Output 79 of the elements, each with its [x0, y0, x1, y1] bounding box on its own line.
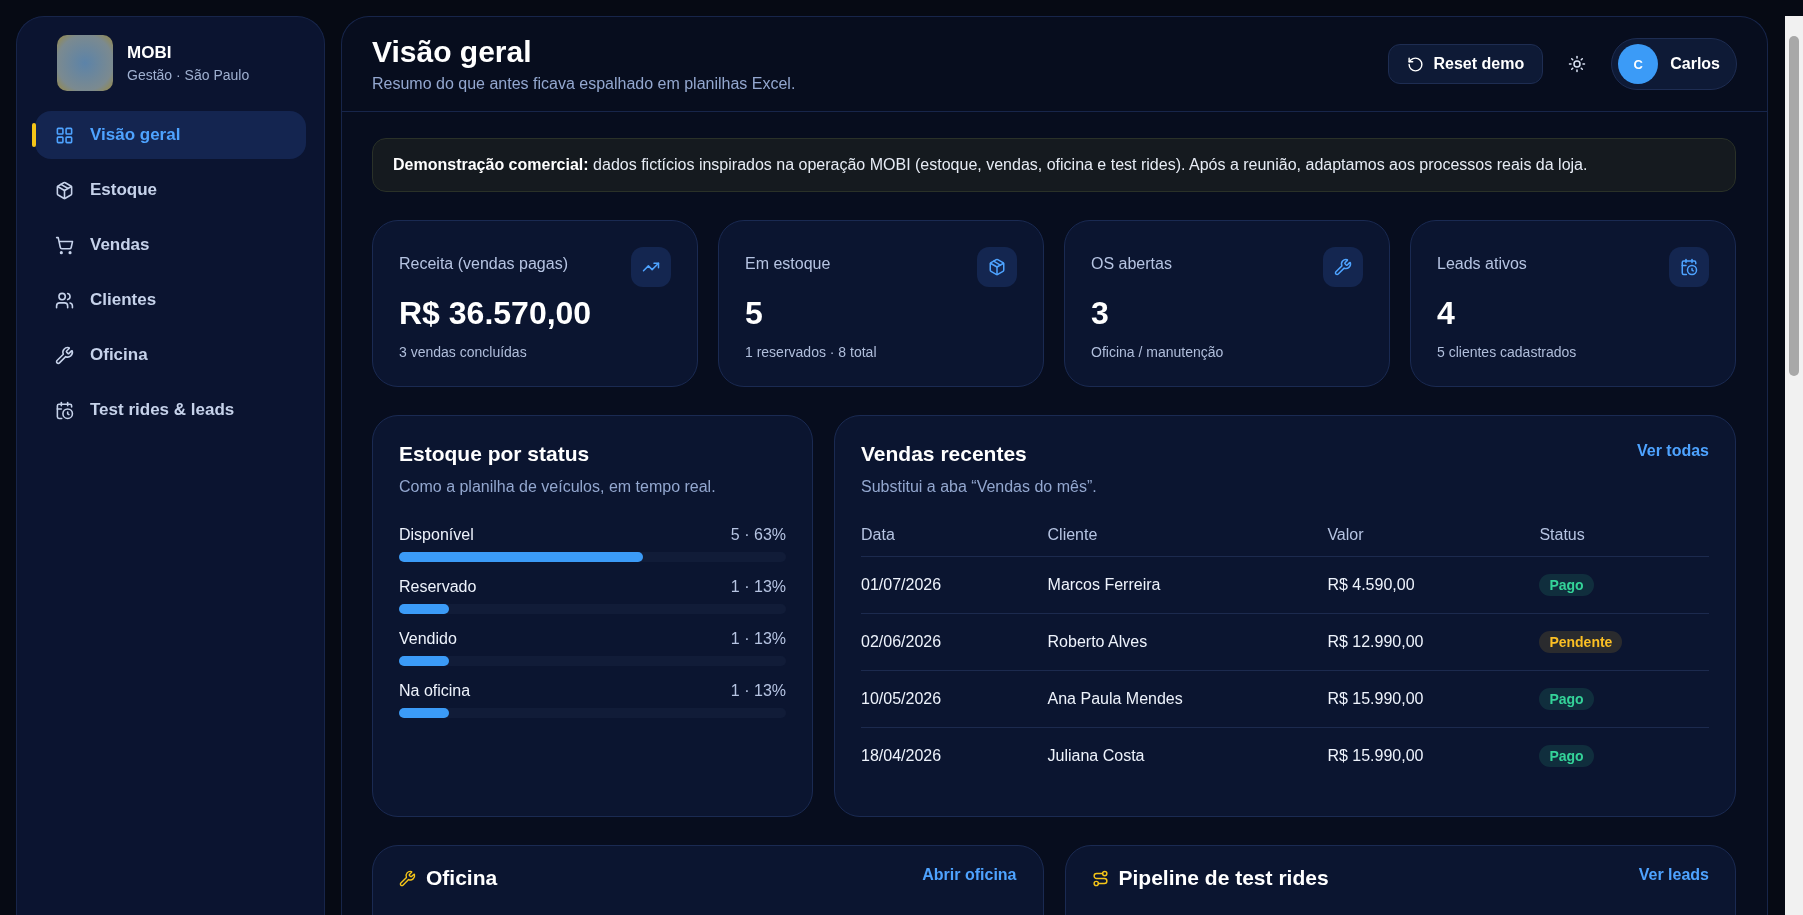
nav-item[interactable]: Vendas [35, 221, 306, 269]
calendar-clock-icon [55, 400, 74, 420]
status-text: Pago [1549, 691, 1584, 707]
card-title: Vendas recentes [861, 442, 1028, 466]
status-text: Pago [1549, 577, 1584, 593]
status-text: Pendente [1549, 634, 1613, 650]
sun-icon [1568, 55, 1587, 73]
nav-item[interactable]: Oficina [35, 331, 306, 379]
nav-item[interactable]: Test rides & leads [35, 386, 306, 434]
status-text: Pago [1549, 748, 1584, 765]
calendar-clock-icon [1669, 247, 1709, 287]
brand-name: MOBI [127, 43, 173, 63]
column-header: Data [861, 516, 1048, 557]
logo-placeholder [57, 35, 113, 91]
kpi-value: R$ 36.570,00 [399, 295, 593, 332]
trend-up-icon [631, 247, 671, 287]
status-reading: 1 · 13% [730, 682, 786, 700]
status-reading: 5 · 63% [730, 526, 786, 544]
column-header: Cliente [1047, 516, 1328, 557]
scrollbar[interactable] [1785, 16, 1803, 915]
page-subtitle: Resumo do que antes ficava espalhado em planilhas Excel. [372, 75, 796, 93]
kpi-value: 4 [1437, 295, 1456, 332]
reset-button[interactable]: Reset demo [1387, 44, 1544, 84]
nav-item[interactable]: Estoque [35, 166, 306, 214]
section-link[interactable]: Abrir oficina [922, 866, 1017, 884]
card-subtitle: Como a planilha de veículos, em tempo real. [399, 478, 717, 496]
table-cell: R$ 12.990,00 [1327, 613, 1540, 671]
wrench-icon [55, 345, 74, 365]
table-cell: 02/06/2026 [861, 613, 1048, 671]
section-link[interactable]: Ver leads [1638, 866, 1709, 884]
status-reading: 1 · 13% [730, 578, 786, 596]
box-icon [55, 180, 74, 200]
table-cell: R$ 15.990,00 [1327, 727, 1540, 785]
kpi-label: Em estoque [745, 255, 831, 273]
status-label: Disponível [399, 526, 474, 544]
card-subtitle: Substitui a aba “Vendas do mês”. [861, 478, 1097, 496]
kpi-label: Leads ativos [1437, 255, 1527, 273]
status-label: Reservado [399, 578, 477, 596]
kpi-value: 5 [745, 295, 764, 332]
table-cell: R$ 4.590,00 [1327, 556, 1540, 614]
table-cell: Roberto Alves [1047, 613, 1328, 671]
table-cell: Juliana Costa [1047, 727, 1328, 785]
table-cell: 18/04/2026 [861, 727, 1048, 785]
view-all-link[interactable]: Ver todas [1636, 442, 1709, 460]
table-cell: 01/07/2026 [861, 556, 1048, 614]
reset-icon [1406, 55, 1424, 73]
nav-item[interactable]: Visão geral [35, 111, 306, 159]
nav-item[interactable]: Clientes [35, 276, 306, 324]
users-icon [55, 290, 74, 310]
kpi-label: Receita (vendas pagas) [399, 255, 568, 273]
kpi-label: OS abertas [1091, 255, 1172, 273]
card-title: Pipeline de test rides [1118, 866, 1329, 890]
kpi-note: 1 reservados · 8 total [745, 344, 878, 360]
kpi-note: Oficina / manutenção [1091, 344, 1225, 360]
cart-icon [55, 235, 74, 255]
grid-icon [55, 125, 74, 145]
kpi-note: 5 clientes cadastrados [1437, 344, 1578, 360]
brand-subtitle: Gestão · São Paulo [127, 67, 250, 83]
column-header: Status [1539, 516, 1709, 557]
table-cell: R$ 15.990,00 [1327, 670, 1540, 728]
user-menu[interactable]: C Carlos [1611, 38, 1737, 90]
kpi-value: 3 [1091, 295, 1110, 332]
demo-notice: Demonstração comercial: dados fictícios inspirados na operação MOBI (estoque, vendas, oficina e test rides). Após a reunião, adaptamos aos processos reais da loja. [372, 138, 1736, 192]
table-cell: Marcos Ferreira [1047, 556, 1328, 614]
status-label: Vendido [399, 630, 457, 648]
user-avatar: C [1618, 44, 1659, 84]
page-title: Visão geral [372, 35, 533, 69]
wrench-icon [1323, 247, 1363, 287]
card-title: Estoque por status [399, 442, 591, 466]
kpi-note: 3 vendas concluídas [399, 344, 528, 360]
card-title: Oficina [426, 866, 498, 890]
column-header: Valor [1327, 516, 1540, 557]
status-reading: 1 · 13% [730, 630, 786, 648]
table-cell: Ana Paula Mendes [1047, 670, 1328, 728]
wrench-icon [399, 869, 416, 887]
table-cell: 10/05/2026 [861, 670, 1048, 728]
box-icon [977, 247, 1017, 287]
status-label: Na oficina [399, 682, 471, 700]
route-icon [1091, 869, 1109, 887]
